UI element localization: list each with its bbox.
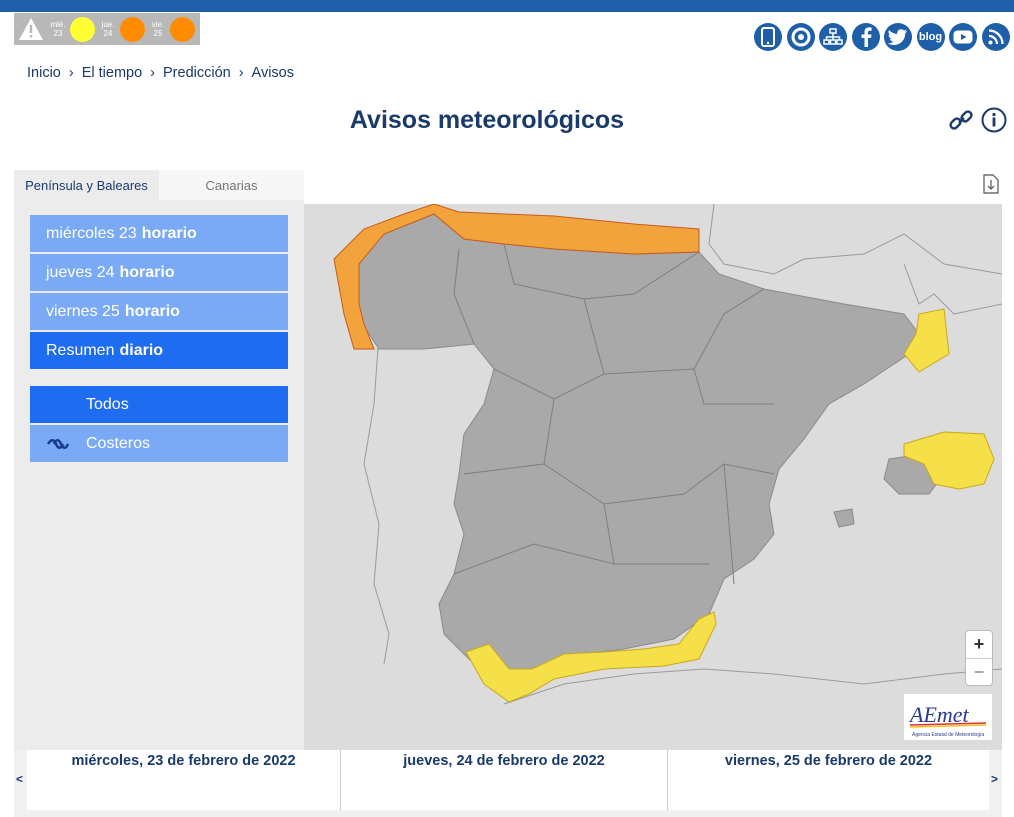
warnings-map[interactable] bbox=[304, 204, 1002, 750]
warning-day-number: 25 bbox=[153, 29, 163, 38]
tab-canarias[interactable]: Canarias bbox=[159, 170, 304, 200]
day-selector-strip: < miércoles, 23 de febrero de 2022 jueve… bbox=[14, 750, 1002, 817]
rss-icon[interactable] bbox=[981, 23, 1010, 51]
map-zoom-control: + − bbox=[965, 630, 993, 686]
filter-label: Costeros bbox=[86, 434, 151, 452]
prev-day-arrow[interactable]: < bbox=[16, 772, 23, 786]
warning-level-dot bbox=[70, 16, 95, 42]
breadcrumb-separator: › bbox=[68, 65, 74, 81]
breadcrumb-item-el-tiempo[interactable]: El tiempo bbox=[82, 65, 142, 81]
warning-day-label: mié. bbox=[50, 20, 66, 29]
day-button-jueves-24[interactable]: jueves 24 horario bbox=[30, 254, 288, 291]
link-icon[interactable] bbox=[947, 107, 975, 140]
warning-day-number: 24 bbox=[103, 29, 113, 38]
lifebuoy-icon[interactable] bbox=[786, 23, 815, 51]
day-button-mode: diario bbox=[119, 341, 164, 359]
title-actions bbox=[947, 107, 1007, 140]
day-button-resumen-diario[interactable]: Resumen diario bbox=[30, 332, 288, 369]
warning-day-1[interactable]: mié. 23 bbox=[47, 16, 95, 42]
day-button-mode: horario bbox=[119, 263, 175, 281]
sidebar: Península y Baleares Canarias miércoles … bbox=[14, 170, 304, 750]
breadcrumb: Inicio › El tiempo › Predicción › Avisos bbox=[27, 65, 294, 81]
day-button-label: viernes 25 bbox=[46, 302, 120, 320]
blog-icon[interactable]: blog bbox=[916, 23, 945, 51]
logo-subtitle: Agencia Estatal de Meteorología bbox=[912, 732, 984, 738]
sitemap-icon[interactable] bbox=[819, 23, 847, 51]
facebook-icon[interactable] bbox=[851, 23, 880, 51]
twitter-icon[interactable] bbox=[884, 23, 912, 51]
breadcrumb-item-prediccion[interactable]: Predicción bbox=[163, 65, 231, 81]
day-button-viernes-25[interactable]: viernes 25 horario bbox=[30, 293, 288, 330]
info-icon[interactable] bbox=[981, 107, 1007, 140]
top-nav-bar bbox=[0, 0, 1014, 12]
zoom-out-button[interactable]: − bbox=[966, 658, 992, 685]
day-button-label: jueves 24 bbox=[46, 263, 115, 281]
breadcrumb-separator: › bbox=[150, 65, 155, 81]
spain-land bbox=[353, 213, 920, 695]
day-button-miercoles-23[interactable]: miércoles 23 horario bbox=[30, 215, 288, 252]
warning-level-dot bbox=[170, 16, 195, 42]
border-france bbox=[708, 204, 1002, 275]
day-button-mode: horario bbox=[124, 302, 180, 320]
download-icon[interactable] bbox=[983, 174, 999, 199]
page-title: Avisos meteorológicos bbox=[349, 106, 625, 134]
youtube-icon[interactable] bbox=[949, 23, 977, 51]
day-button-label: Resumen bbox=[46, 341, 115, 359]
filter-todos-button[interactable]: Todos bbox=[30, 386, 288, 423]
warning-triangle-icon bbox=[17, 15, 45, 43]
mobile-icon[interactable] bbox=[754, 23, 782, 51]
warning-day-label: jue. bbox=[101, 20, 115, 29]
filter-label: Todos bbox=[86, 395, 129, 413]
day-button-label: miércoles 23 bbox=[46, 224, 137, 242]
warning-day-3[interactable]: vie. 25 bbox=[147, 16, 195, 42]
region-tabs: Península y Baleares Canarias bbox=[14, 170, 304, 200]
warning-level-dot bbox=[120, 16, 145, 42]
day-column-2[interactable]: jueves, 24 de febrero de 2022 bbox=[340, 750, 667, 810]
day-column-3[interactable]: viernes, 25 de febrero de 2022 bbox=[667, 750, 989, 810]
filter-costeros-button[interactable]: Costeros bbox=[30, 425, 288, 462]
warning-summary-strip[interactable]: mié. 23 jue. 24 vie. 25 bbox=[14, 13, 200, 45]
breadcrumb-item-avisos[interactable]: Avisos bbox=[252, 65, 294, 81]
next-day-arrow[interactable]: > bbox=[991, 772, 998, 786]
tab-peninsula-baleares[interactable]: Península y Baleares bbox=[14, 170, 159, 200]
warning-day-2[interactable]: jue. 24 bbox=[97, 16, 145, 42]
waves-icon bbox=[30, 438, 86, 450]
zoom-in-button[interactable]: + bbox=[966, 631, 992, 658]
warning-day-label: vie. bbox=[151, 20, 165, 29]
day-column-1[interactable]: miércoles, 23 de febrero de 2022 bbox=[27, 750, 340, 810]
day-button-mode: horario bbox=[141, 224, 197, 242]
aemet-logo[interactable]: AEmet Agencia Estatal de Meteorología bbox=[904, 694, 992, 740]
breadcrumb-item-inicio[interactable]: Inicio bbox=[27, 65, 61, 81]
island-ibiza bbox=[833, 508, 855, 528]
coast-portugal bbox=[363, 333, 390, 665]
breadcrumb-separator: › bbox=[238, 65, 244, 81]
social-links: blog bbox=[754, 23, 1014, 51]
warning-day-number: 23 bbox=[53, 29, 63, 38]
